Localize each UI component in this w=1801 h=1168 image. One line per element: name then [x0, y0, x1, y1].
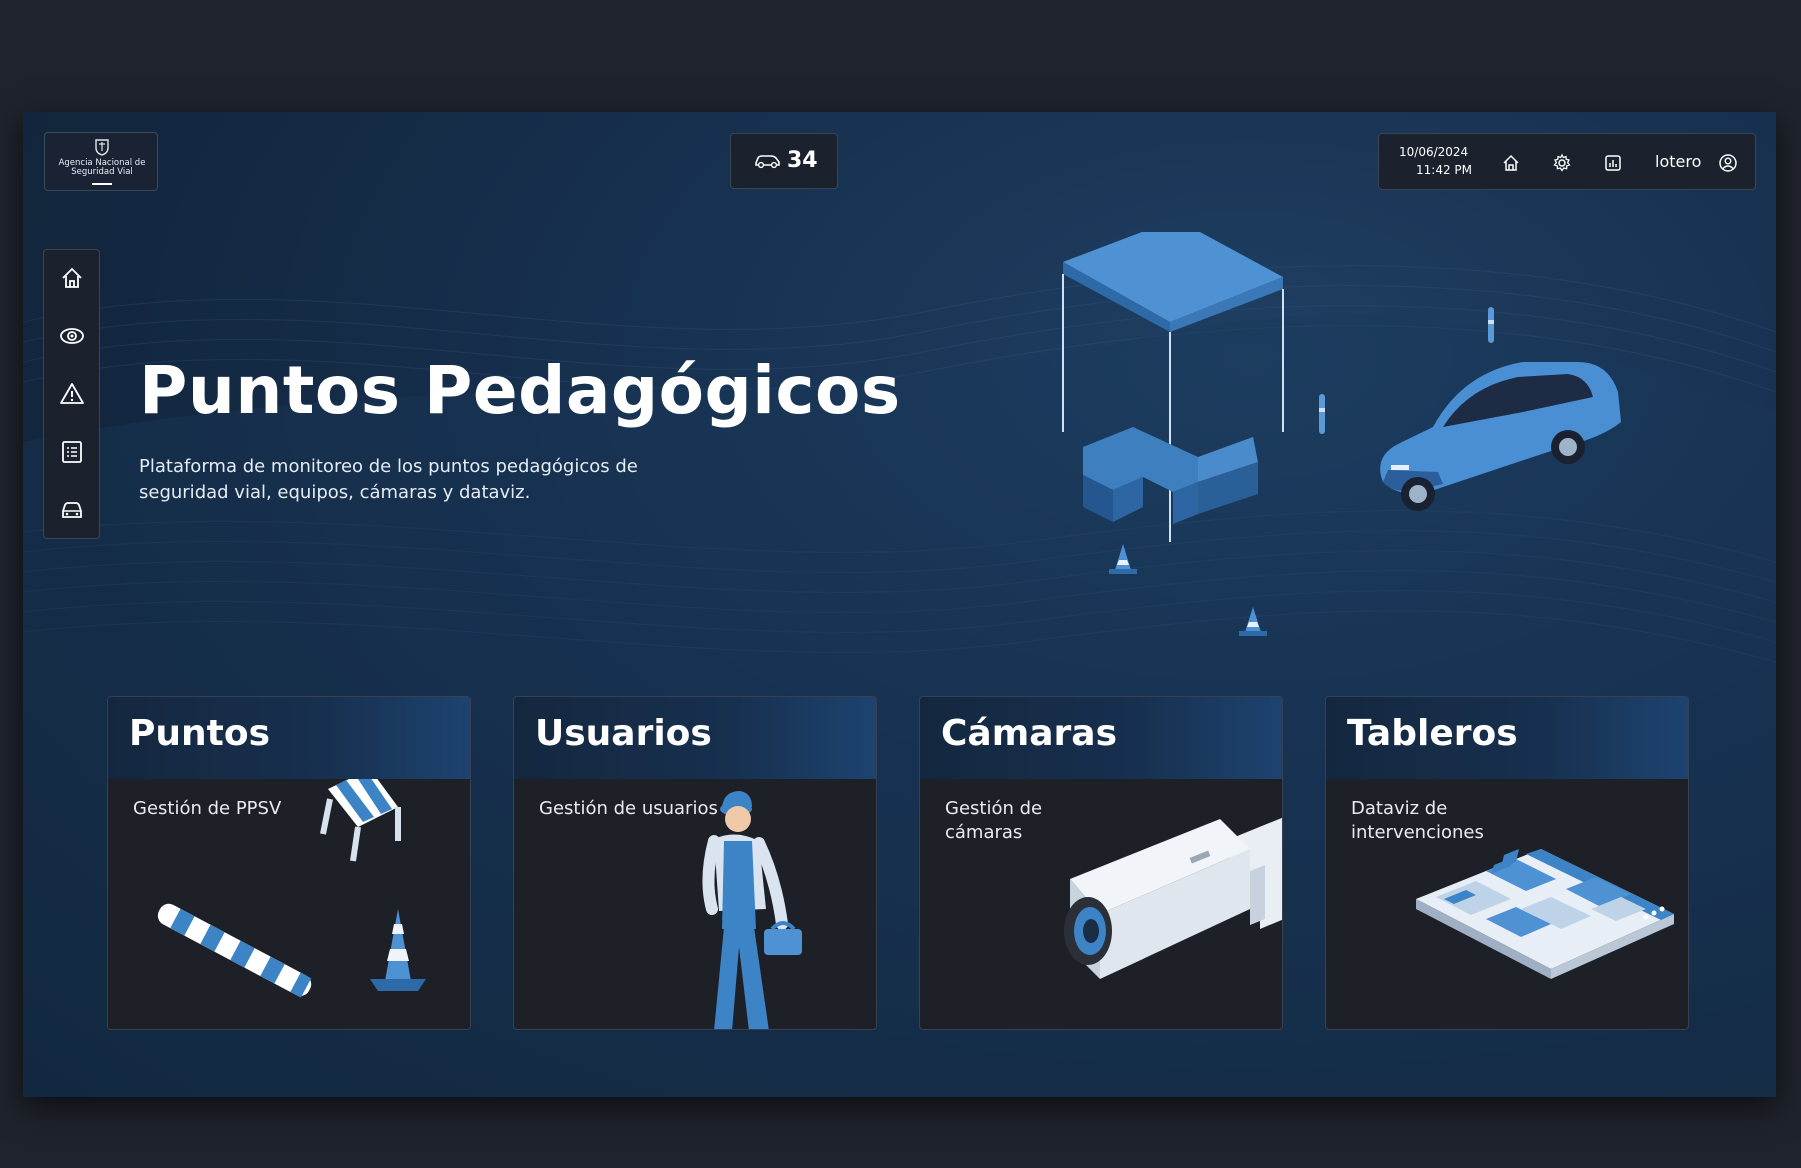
card-title: Usuarios — [535, 713, 712, 754]
worker-illustration — [702, 791, 802, 1029]
counter-value: 34 — [787, 148, 818, 173]
page-title: Puntos Pedagógicos — [139, 352, 901, 429]
nav-home[interactable] — [58, 264, 86, 292]
home-icon — [62, 267, 82, 288]
security-camera-illustration — [1064, 817, 1282, 979]
current-time: 11:42 PM — [1416, 163, 1472, 177]
side-navigation — [43, 249, 100, 539]
card-header: Cámaras — [920, 697, 1282, 779]
dashboard-illustration — [1416, 849, 1674, 979]
page-description: Plataforma de monitoreo de los puntos pe… — [139, 456, 638, 503]
user-name[interactable]: lotero — [1655, 152, 1701, 171]
card-usuarios[interactable]: Usuarios Gestión de usuarios — [513, 696, 877, 1030]
warning-icon — [60, 383, 84, 404]
car-icon — [755, 155, 780, 169]
card-title: Puntos — [129, 713, 271, 754]
logo-underline — [92, 183, 112, 185]
eye-icon — [60, 328, 84, 344]
nav-list[interactable] — [58, 438, 86, 466]
list-icon — [62, 441, 82, 463]
road-barrier-illustration — [157, 779, 426, 998]
logo-text: Agencia Nacional de Seguridad Vial — [58, 158, 146, 177]
card-camaras[interactable]: Cámaras Gestión de cámaras — [919, 696, 1283, 1030]
current-date: 10/06/2024 — [1399, 145, 1469, 159]
card-tableros[interactable]: Tableros Dataviz de intervenciones — [1325, 696, 1689, 1030]
app-screen: Agencia Nacional de Seguridad Vial 34 10… — [23, 112, 1776, 1097]
card-header: Puntos — [108, 697, 470, 779]
hero-illustration — [1062, 232, 1621, 636]
agency-logo[interactable]: Agencia Nacional de Seguridad Vial — [44, 132, 158, 191]
card-header: Usuarios — [514, 697, 876, 779]
user-circle-icon[interactable] — [1718, 153, 1738, 173]
nav-monitoring[interactable] — [58, 322, 86, 350]
card-puntos[interactable]: Puntos Gestión de PPSV — [107, 696, 471, 1030]
chart-icon[interactable] — [1603, 153, 1623, 173]
card-title: Tableros — [1347, 713, 1518, 754]
nav-vehicles[interactable] — [58, 496, 86, 524]
home-icon[interactable] — [1501, 153, 1521, 173]
card-header: Tableros — [1326, 697, 1688, 779]
top-toolbar: 10/06/2024 11:42 PM lotero — [1378, 133, 1756, 190]
nav-alerts[interactable] — [58, 380, 86, 408]
card-title: Cámaras — [941, 713, 1117, 754]
car-icon — [62, 502, 82, 518]
shield-emblem-icon — [95, 139, 109, 156]
gear-icon[interactable] — [1552, 153, 1572, 173]
vehicle-counter[interactable]: 34 — [730, 133, 838, 189]
